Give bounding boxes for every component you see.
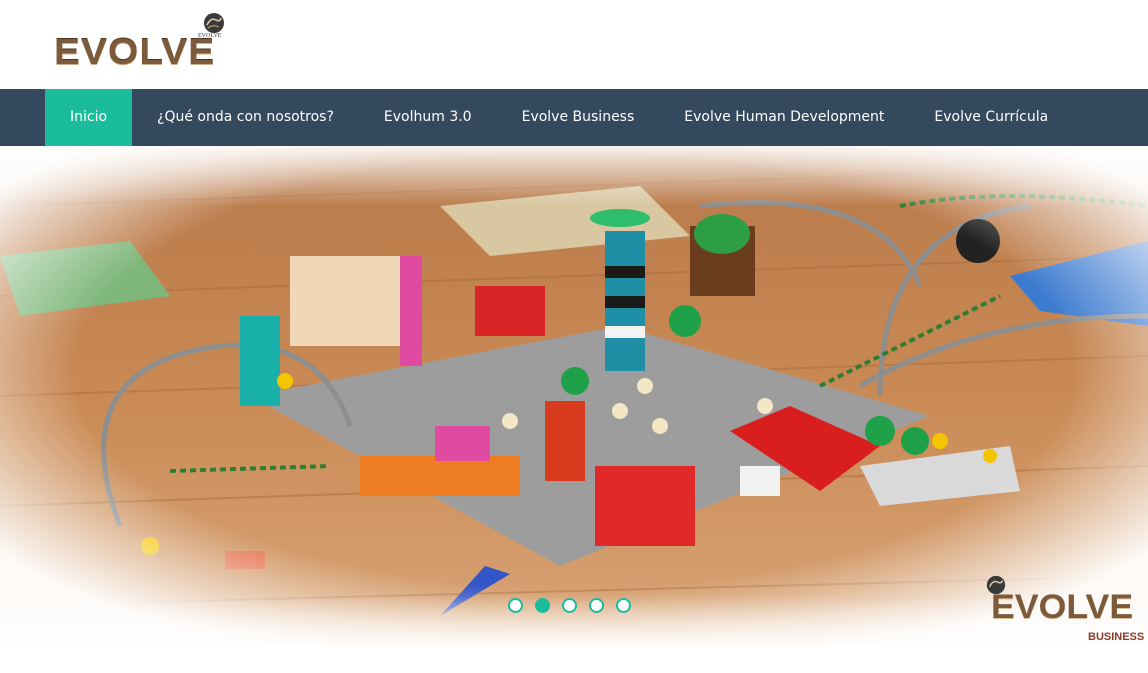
slide-image xyxy=(0,146,1148,646)
slider-dot-3[interactable] xyxy=(562,598,577,613)
nav-item-evolve-business[interactable]: Evolve Business xyxy=(497,89,660,146)
logo-text: EVOLVE xyxy=(54,31,216,72)
evolve-business-badge: EVOLVE BUSINESS xyxy=(985,574,1145,644)
nav-item-que-onda[interactable]: ¿Qué onda con nosotros? xyxy=(132,89,359,146)
badge-subtitle: BUSINESS xyxy=(1088,631,1145,643)
nav-menu: Inicio ¿Qué onda con nosotros? Evolhum 3… xyxy=(45,89,1073,146)
badge-title: EVOLVE xyxy=(991,588,1134,626)
slider-dot-2[interactable] xyxy=(535,598,550,613)
nav-item-evolhum[interactable]: Evolhum 3.0 xyxy=(359,89,497,146)
slider-pagination xyxy=(508,598,631,613)
slider-dot-1[interactable] xyxy=(508,598,523,613)
evolve-logo[interactable]: EVOLVE EVOLVE xyxy=(48,5,234,81)
slider-dot-4[interactable] xyxy=(589,598,604,613)
main-navbar: Inicio ¿Qué onda con nosotros? Evolhum 3… xyxy=(0,89,1148,146)
slider-dot-5[interactable] xyxy=(616,598,631,613)
nav-item-evolve-curricula[interactable]: Evolve Currícula xyxy=(909,89,1073,146)
nav-item-evolve-human-development[interactable]: Evolve Human Development xyxy=(659,89,909,146)
nav-item-inicio[interactable]: Inicio xyxy=(45,89,133,146)
site-header: EVOLVE EVOLVE xyxy=(0,0,1148,89)
hero-slider[interactable]: EVOLVE BUSINESS xyxy=(0,146,1148,646)
